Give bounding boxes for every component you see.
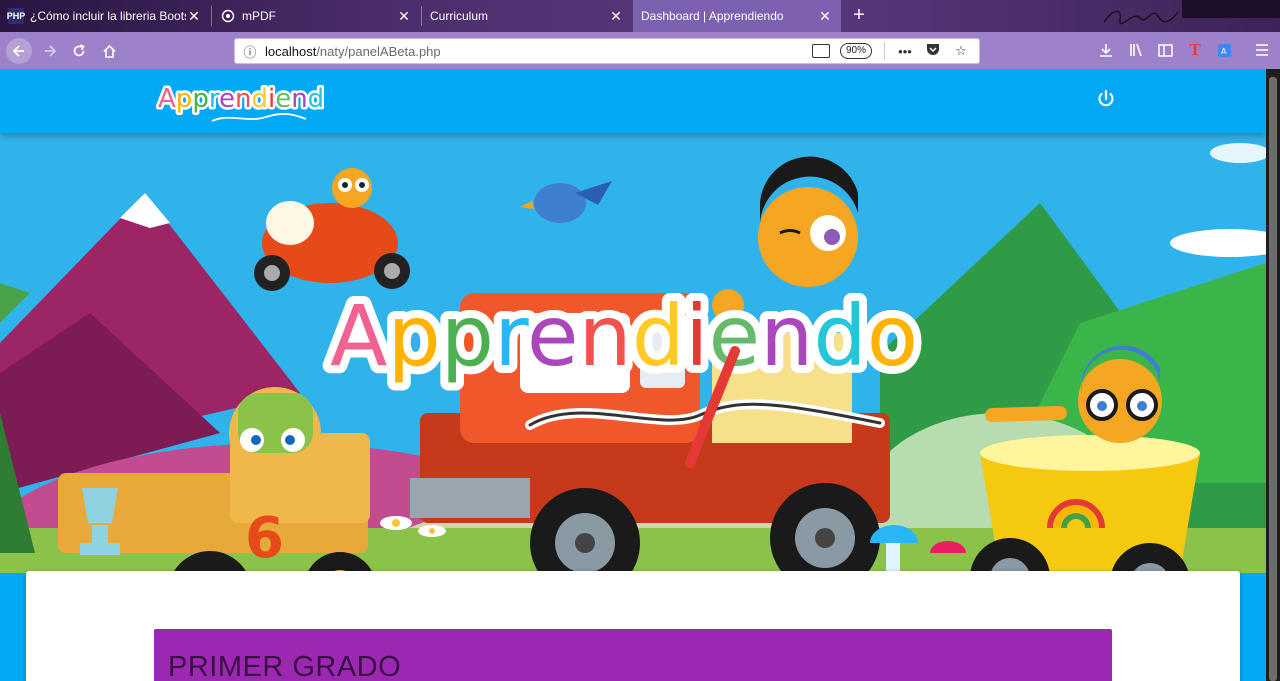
arrow-right-icon (45, 45, 57, 57)
close-icon[interactable]: ✕ (186, 8, 202, 25)
back-button[interactable] (6, 38, 32, 64)
new-tab-button[interactable]: + (848, 4, 870, 26)
tab-dashboard[interactable]: Dashboard | Apprendiendo ✕ (633, 0, 841, 32)
translate-icon[interactable]: A (1212, 38, 1236, 62)
svg-text:A: A (1221, 47, 1227, 56)
browser-nav-bar: ⓘ localhost /naty/panelABeta.php 90% •••… (0, 32, 1280, 69)
power-icon[interactable] (1094, 87, 1118, 111)
close-icon[interactable]: ✕ (396, 8, 412, 25)
page-actions-icon[interactable]: ••• (895, 44, 915, 59)
tab-title: ¿Cómo incluir la libreria Bootstr (30, 9, 186, 23)
mpdf-favicon-icon (220, 8, 236, 24)
apprendiendo-logo[interactable]: Apprendiendo Apprendiendo (156, 77, 324, 127)
bookmark-star-icon[interactable]: ☆ (951, 43, 971, 59)
app-header: Apprendiendo Apprendiendo (0, 69, 1266, 133)
zoom-indicator[interactable]: 90% (839, 43, 872, 59)
tab-bootstrap[interactable]: PHP ¿Cómo incluir la libreria Bootstr ✕ (0, 0, 210, 32)
tab-curriculum[interactable]: Curriculum ✕ (422, 0, 632, 32)
menu-icon[interactable] (1250, 38, 1274, 62)
browser-tab-bar: PHP ¿Cómo incluir la libreria Bootstr ✕ … (0, 0, 1280, 32)
grade-banner[interactable]: PRIMER GRADO (154, 629, 1112, 681)
close-icon[interactable]: ✕ (817, 8, 833, 25)
close-icon[interactable]: ✕ (608, 8, 624, 25)
php-favicon-icon: PHP (7, 8, 25, 24)
tab-title: Curriculum (430, 9, 489, 23)
grade-title: PRIMER GRADO (168, 651, 402, 681)
reload-icon (73, 44, 85, 57)
address-bar[interactable]: ⓘ localhost /naty/panelABeta.php 90% •••… (234, 38, 980, 64)
hero-illustration: 6 Apprendiendo Apprendiendo (0, 133, 1266, 573)
content-card: PRIMER GRADO (26, 571, 1240, 681)
forward-button[interactable] (37, 38, 63, 64)
text-extension-icon[interactable]: T (1183, 38, 1207, 62)
arrow-left-icon (12, 45, 24, 57)
page-scrollbar[interactable] (1266, 69, 1280, 681)
window-controls (1182, 0, 1280, 18)
reload-button[interactable] (66, 38, 92, 64)
url-path: /naty/panelABeta.php (316, 43, 441, 59)
tab-title: Dashboard | Apprendiendo (641, 9, 784, 23)
sidebar-icon[interactable] (1153, 38, 1177, 62)
svg-text:Apprendiendo: Apprendiendo (158, 84, 324, 114)
scrollbar-thumb[interactable] (1269, 77, 1277, 681)
hero-logo-text: Apprendiendo (330, 287, 918, 385)
url-host: localhost (265, 43, 317, 59)
reader-view-icon[interactable] (811, 44, 830, 58)
download-icon[interactable] (1094, 38, 1118, 62)
svg-text:6: 6 (245, 506, 284, 571)
home-button[interactable] (96, 38, 122, 64)
pocket-icon[interactable] (923, 43, 943, 59)
tab-title: mPDF (242, 9, 276, 23)
theme-signature-icon (1103, 10, 1179, 25)
info-icon[interactable]: ⓘ (235, 42, 265, 61)
library-icon[interactable] (1124, 38, 1148, 62)
page-viewport: Apprendiendo Apprendiendo (0, 69, 1266, 681)
tab-mpdf[interactable]: mPDF ✕ (212, 0, 420, 32)
home-icon (102, 44, 116, 58)
